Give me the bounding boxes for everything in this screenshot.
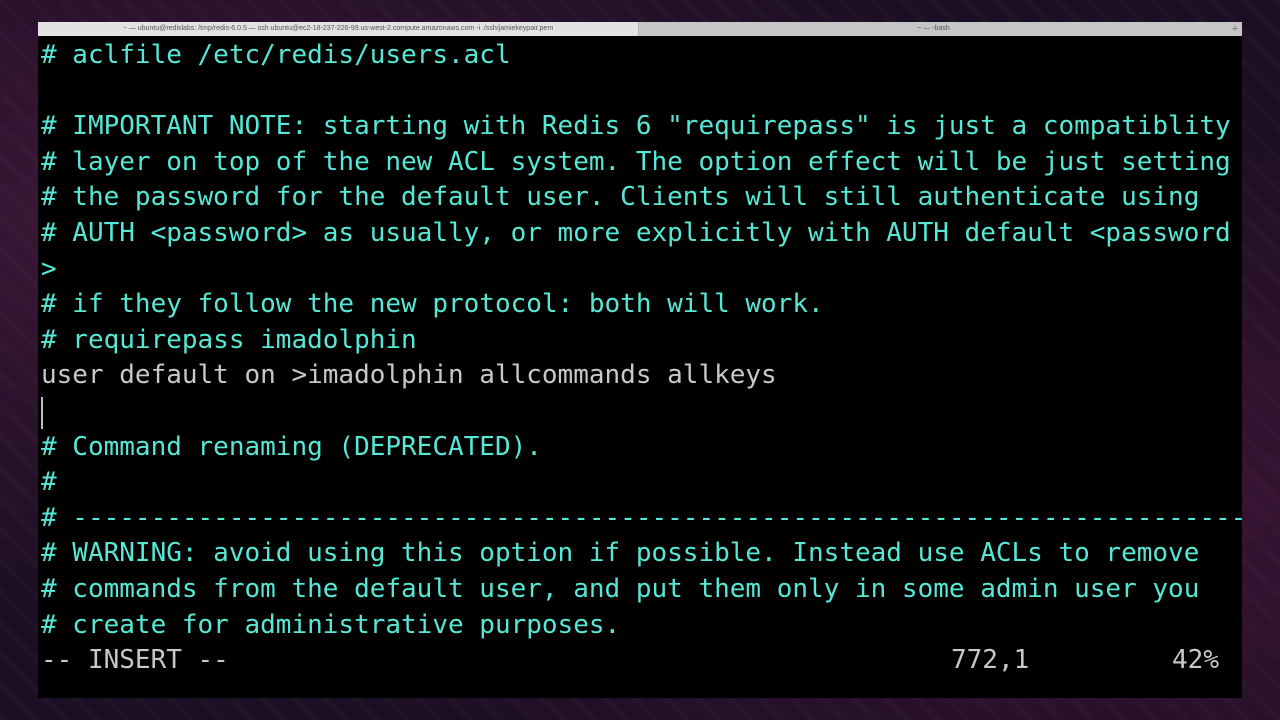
editor-line[interactable]: # aclfile /etc/redis/users.acl [41, 38, 1242, 74]
editor-line[interactable]: # --------------------------------------… [41, 501, 1242, 537]
editor-line[interactable]: # layer on top of the new ACL system. Th… [41, 145, 1242, 181]
cursor-position: 772,1 [951, 645, 1030, 675]
editor-line[interactable]: # WARNING: avoid using this option if po… [41, 536, 1242, 572]
editor-line[interactable]: # [41, 465, 1242, 501]
text-cursor [41, 397, 43, 429]
editor-line[interactable]: user default on >imadolphin allcommands … [41, 358, 1242, 394]
editor-line[interactable]: # create for administrative purposes. [41, 608, 1242, 644]
editor-line[interactable]: # IMPORTANT NOTE: starting with Redis 6 … [41, 109, 1242, 145]
scroll-percent: 42% [1172, 645, 1219, 675]
insert-mode-indicator: -- INSERT -- [41, 645, 229, 675]
tab-bash[interactable]: ~ — -bash [639, 22, 1228, 36]
editor-line[interactable]: # if they follow the new protocol: both … [41, 287, 1242, 323]
plus-icon[interactable]: + [1228, 22, 1242, 36]
terminal-tab-bar: ~ — ubuntu@redislabs: /tmp/redis-6.0.5 —… [38, 22, 1242, 36]
vim-editor-buffer[interactable]: # aclfile /etc/redis/users.acl # IMPORTAN… [41, 38, 1242, 643]
editor-line[interactable]: > [41, 252, 1242, 288]
editor-line[interactable]: # the password for the default user. Cli… [41, 180, 1242, 216]
editor-line[interactable]: # AUTH <password> as usually, or more ex… [41, 216, 1242, 252]
editor-line[interactable] [41, 394, 1242, 430]
vim-status-line: -- INSERT -- 772,1 42% [41, 642, 1219, 678]
terminal-window: ~ — ubuntu@redislabs: /tmp/redis-6.0.5 —… [38, 22, 1242, 698]
editor-line[interactable]: # Command renaming (DEPRECATED). [41, 430, 1242, 466]
editor-line[interactable] [41, 74, 1242, 110]
tab-ssh-session[interactable]: ~ — ubuntu@redislabs: /tmp/redis-6.0.5 —… [38, 22, 639, 36]
editor-line[interactable]: # commands from the default user, and pu… [41, 572, 1242, 608]
editor-line[interactable]: # requirepass imadolphin [41, 323, 1242, 359]
